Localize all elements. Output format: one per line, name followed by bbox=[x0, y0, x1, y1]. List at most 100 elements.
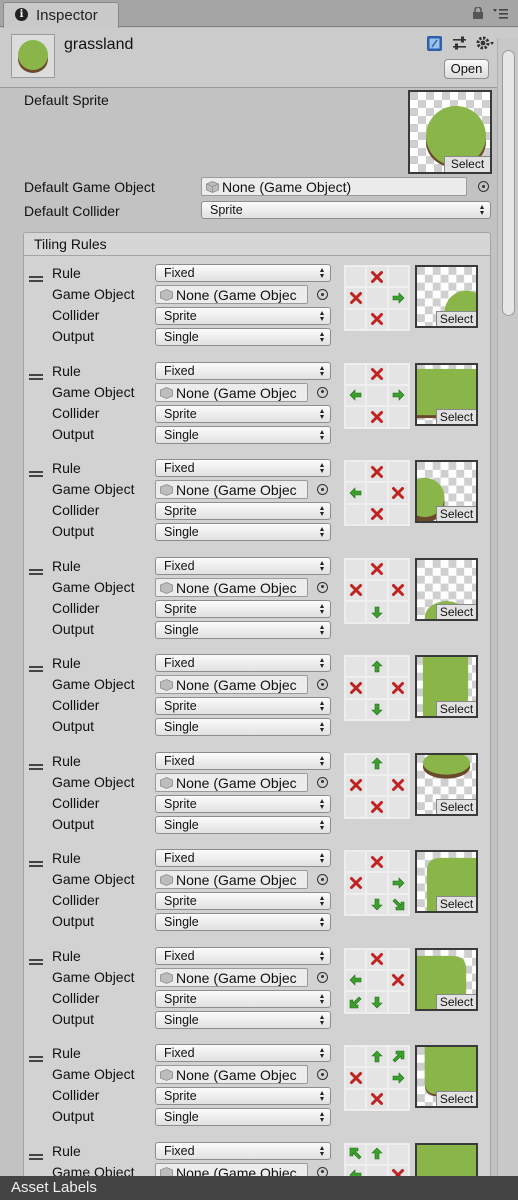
neighbor-cell[interactable] bbox=[345, 384, 367, 407]
neighbor-grid[interactable] bbox=[344, 850, 410, 916]
rule-collider-dropdown[interactable]: Sprite bbox=[155, 697, 331, 715]
neighbor-cell[interactable] bbox=[387, 601, 409, 623]
neighbor-cell[interactable] bbox=[387, 363, 409, 385]
rule-collider-dropdown[interactable]: Sprite bbox=[155, 892, 331, 910]
neighbor-cell[interactable] bbox=[366, 1046, 388, 1068]
object-picker-icon[interactable] bbox=[317, 874, 328, 885]
neighbor-cell[interactable] bbox=[387, 287, 409, 309]
drag-handle-icon[interactable] bbox=[29, 666, 43, 672]
rule-sprite-preview[interactable]: Select bbox=[415, 947, 478, 1011]
neighbor-cell[interactable] bbox=[366, 503, 388, 525]
neighbor-grid[interactable] bbox=[344, 265, 410, 331]
neighbor-cell[interactable] bbox=[387, 893, 409, 915]
neighbor-cell[interactable] bbox=[345, 1067, 367, 1089]
neighbor-grid[interactable] bbox=[344, 1045, 410, 1111]
neighbor-cell[interactable] bbox=[387, 1143, 409, 1165]
rule-output-dropdown[interactable]: Single bbox=[155, 523, 331, 541]
rule-output-dropdown[interactable]: Single bbox=[155, 913, 331, 931]
rule-select-button[interactable]: Select bbox=[436, 993, 476, 1009]
neighbor-cell[interactable] bbox=[366, 991, 388, 1013]
sliders-icon[interactable] bbox=[451, 35, 468, 52]
rule-type-dropdown[interactable]: Fixed bbox=[155, 264, 331, 282]
neighbor-cell[interactable] bbox=[345, 1143, 367, 1165]
neighbor-cell[interactable] bbox=[345, 601, 367, 623]
rule-sprite-preview[interactable]: Select bbox=[415, 655, 478, 718]
lock-icon[interactable] bbox=[472, 7, 484, 19]
drag-handle-icon[interactable] bbox=[29, 861, 43, 867]
neighbor-cell[interactable] bbox=[387, 482, 409, 504]
neighbor-cell[interactable] bbox=[345, 991, 367, 1013]
rule-type-dropdown[interactable]: Fixed bbox=[155, 946, 331, 965]
neighbor-cell[interactable] bbox=[387, 308, 409, 330]
rule-sprite-preview[interactable]: Select bbox=[415, 557, 478, 621]
neighbor-cell[interactable] bbox=[345, 503, 367, 525]
rule-sprite-preview[interactable]: Select bbox=[415, 362, 478, 426]
neighbor-cell[interactable] bbox=[345, 461, 367, 483]
neighbor-cell[interactable] bbox=[345, 363, 367, 385]
neighbor-cell[interactable] bbox=[387, 677, 409, 699]
neighbor-cell[interactable] bbox=[345, 872, 367, 894]
neighbor-cell[interactable] bbox=[387, 774, 409, 797]
neighbor-cell[interactable] bbox=[345, 948, 367, 970]
neighbor-cell[interactable] bbox=[387, 266, 409, 288]
neighbor-cell[interactable] bbox=[345, 266, 367, 288]
menu-icon[interactable] bbox=[492, 8, 508, 19]
rule-output-dropdown[interactable]: Single bbox=[155, 425, 331, 444]
neighbor-cell[interactable] bbox=[345, 698, 367, 720]
rule-type-dropdown[interactable]: Fixed bbox=[155, 459, 331, 477]
rule-collider-dropdown[interactable]: Sprite bbox=[155, 502, 331, 520]
neighbor-grid[interactable] bbox=[344, 752, 410, 819]
rule-select-button[interactable]: Select bbox=[436, 896, 476, 911]
rule-output-dropdown[interactable]: Single bbox=[155, 815, 331, 834]
neighbor-cell[interactable] bbox=[387, 406, 409, 428]
rule-game-object-field[interactable]: None (Game Objec bbox=[155, 967, 308, 987]
object-picker-icon[interactable] bbox=[317, 484, 328, 495]
neighbor-cell[interactable] bbox=[366, 656, 388, 678]
scrollbar[interactable] bbox=[497, 38, 518, 1180]
neighbor-cell[interactable] bbox=[387, 1046, 409, 1068]
drag-handle-icon[interactable] bbox=[29, 471, 43, 477]
neighbor-cell[interactable] bbox=[387, 851, 409, 873]
neighbor-cell[interactable] bbox=[387, 991, 409, 1013]
rule-select-button[interactable]: Select bbox=[436, 701, 476, 716]
rule-game-object-field[interactable]: None (Game Objec bbox=[155, 675, 308, 694]
rule-game-object-field[interactable]: None (Game Objec bbox=[155, 870, 308, 889]
rule-type-dropdown[interactable]: Fixed bbox=[155, 751, 331, 770]
rule-output-dropdown[interactable]: Single bbox=[155, 328, 331, 346]
asset-labels-bar[interactable]: Asset Labels bbox=[0, 1176, 518, 1200]
neighbor-grid[interactable] bbox=[344, 947, 410, 1014]
neighbor-cell[interactable] bbox=[345, 558, 367, 580]
neighbor-cell[interactable] bbox=[387, 796, 409, 818]
neighbor-cell[interactable] bbox=[366, 948, 388, 970]
rule-collider-dropdown[interactable]: Sprite bbox=[155, 599, 331, 618]
neighbor-grid[interactable] bbox=[344, 557, 410, 624]
neighbor-cell[interactable] bbox=[345, 287, 367, 309]
neighbor-cell[interactable] bbox=[345, 753, 367, 775]
neighbor-cell[interactable] bbox=[366, 558, 388, 580]
rule-select-button[interactable]: Select bbox=[436, 798, 476, 814]
neighbor-grid[interactable] bbox=[344, 362, 410, 429]
object-picker-icon[interactable] bbox=[317, 679, 328, 690]
rule-output-dropdown[interactable]: Single bbox=[155, 718, 331, 736]
drag-handle-icon[interactable] bbox=[29, 1056, 43, 1062]
rule-collider-dropdown[interactable]: Sprite bbox=[155, 404, 331, 423]
neighbor-cell[interactable] bbox=[345, 406, 367, 428]
neighbor-cell[interactable] bbox=[366, 1143, 388, 1165]
tab-inspector[interactable]: i Inspector bbox=[3, 2, 119, 28]
rule-collider-dropdown[interactable]: Sprite bbox=[155, 989, 331, 1008]
neighbor-cell[interactable] bbox=[366, 363, 388, 385]
neighbor-cell[interactable] bbox=[387, 558, 409, 580]
neighbor-cell[interactable] bbox=[345, 1088, 367, 1110]
neighbor-cell[interactable] bbox=[345, 579, 367, 602]
drag-handle-icon[interactable] bbox=[29, 958, 43, 965]
neighbor-cell[interactable] bbox=[345, 796, 367, 818]
rule-game-object-field[interactable]: None (Game Objec bbox=[155, 382, 308, 402]
neighbor-cell[interactable] bbox=[366, 1088, 388, 1110]
neighbor-cell[interactable] bbox=[345, 851, 367, 873]
rule-type-dropdown[interactable]: Fixed bbox=[155, 556, 331, 575]
neighbor-cell[interactable] bbox=[345, 774, 367, 797]
object-picker-icon[interactable] bbox=[317, 1069, 328, 1080]
rule-output-dropdown[interactable]: Single bbox=[155, 1108, 331, 1126]
neighbor-cell[interactable] bbox=[366, 851, 388, 873]
default-sprite-preview[interactable]: Select bbox=[408, 90, 492, 174]
